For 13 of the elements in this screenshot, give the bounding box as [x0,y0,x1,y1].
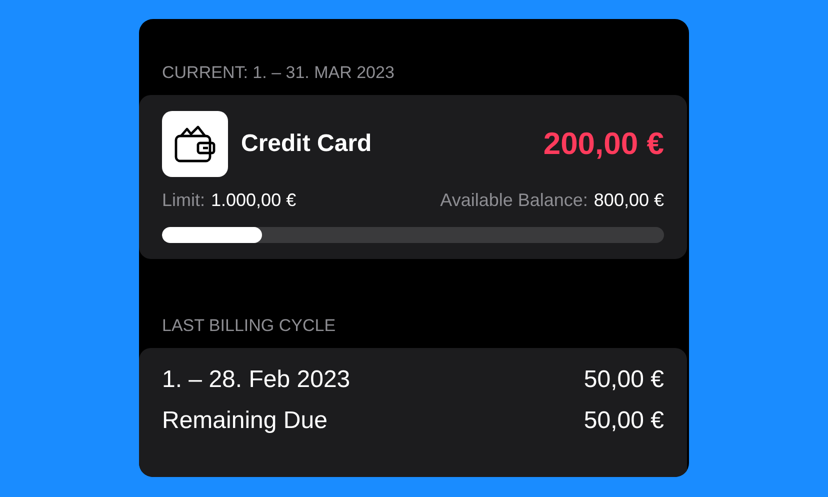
account-name: Credit Card [241,130,372,158]
row-label: Remaining Due [162,407,328,435]
limit-value: 1.000,00 € [211,190,296,210]
available-label: Available Balance: [440,190,588,210]
account-amount: 200,00 € [543,126,664,162]
section-header: CURRENT: 1. – 31. MAR 2023 [161,63,396,83]
limit-label: Limit: [162,190,206,210]
row-label: 1. – 28. Feb 2023 [162,366,350,394]
section-header: LAST BILLING CYCLE [161,316,337,336]
wallet-icon [172,124,218,164]
row-value: 50,00 € [584,366,664,394]
available-value: 800,00 € [594,190,664,210]
row-value: 50,00 € [584,407,664,435]
